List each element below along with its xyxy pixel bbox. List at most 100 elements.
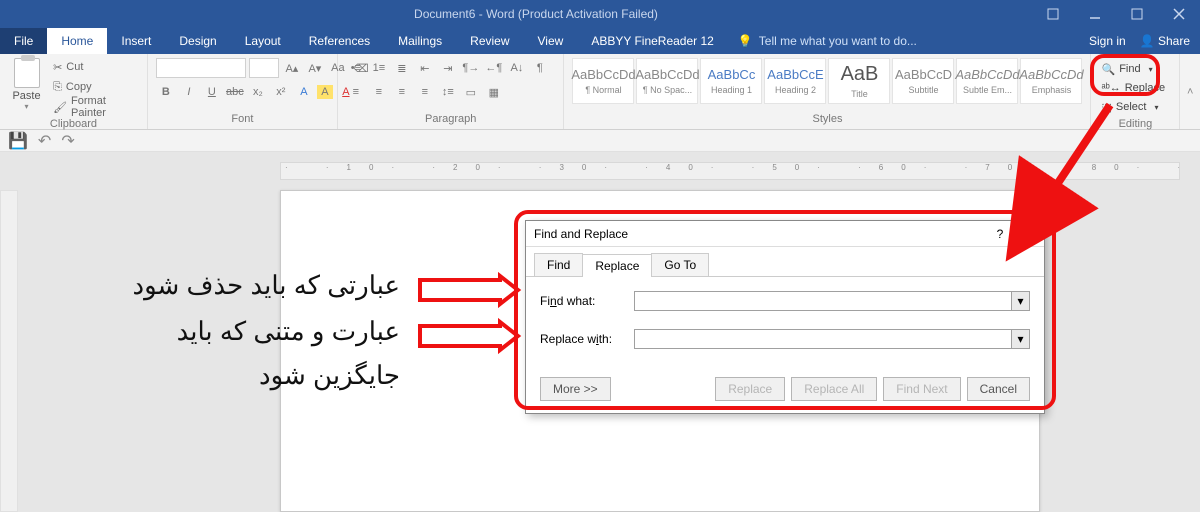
format-painter-button[interactable]: 🖌Format Painter bbox=[51, 98, 139, 116]
paste-button[interactable]: Paste ▾ bbox=[8, 58, 45, 111]
menu-bar: File Home Insert Design Layout Reference… bbox=[0, 28, 1200, 54]
dialog-tab-find[interactable]: Find bbox=[534, 253, 583, 276]
dialog-tab-goto[interactable]: Go To bbox=[651, 253, 709, 276]
sign-in-link[interactable]: Sign in bbox=[1089, 34, 1126, 48]
ribbon-options-icon[interactable] bbox=[1032, 0, 1074, 28]
annotation-text-2: عبارت و متنی که باید bbox=[60, 316, 400, 347]
find-next-btn[interactable]: Find Next bbox=[883, 377, 960, 401]
find-button[interactable]: 🔍Find▾ bbox=[1099, 60, 1171, 78]
share-button[interactable]: 👤 Share bbox=[1140, 34, 1190, 48]
italic-button[interactable]: I bbox=[179, 82, 199, 102]
group-styles: AaBbCcDd¶ Normal AaBbCcDd¶ No Spac... Aa… bbox=[564, 54, 1091, 129]
find-what-label: Find what: bbox=[540, 294, 626, 308]
tab-file[interactable]: File bbox=[0, 28, 47, 54]
align-center-icon[interactable]: ≡ bbox=[369, 82, 389, 102]
multilevel-icon[interactable]: ≣ bbox=[392, 58, 412, 78]
find-replace-dialog: Find and Replace ? ✕ Find Replace Go To … bbox=[525, 220, 1045, 414]
annotation-text-3: جایگزین شود bbox=[60, 360, 400, 391]
replace-dropdown-icon[interactable]: ▾ bbox=[1011, 330, 1029, 348]
maximize-icon[interactable] bbox=[1116, 0, 1158, 28]
tab-references[interactable]: References bbox=[295, 28, 384, 54]
dialog-tab-replace[interactable]: Replace bbox=[582, 254, 652, 277]
highlight-icon[interactable]: A bbox=[317, 85, 333, 99]
pilcrow-icon[interactable]: ¶ bbox=[530, 58, 550, 78]
group-label: Clipboard bbox=[8, 116, 139, 134]
style-no-spacing[interactable]: AaBbCcDd¶ No Spac... bbox=[636, 58, 698, 104]
search-icon: 🔍 bbox=[1101, 63, 1115, 76]
style-heading2[interactable]: AaBbCcEHeading 2 bbox=[764, 58, 826, 104]
dialog-title: Find and Replace bbox=[534, 227, 988, 241]
indent-icon[interactable]: ⇥ bbox=[438, 58, 458, 78]
replace-btn[interactable]: Replace bbox=[715, 377, 785, 401]
tell-me-text: Tell me what you want to do... bbox=[759, 34, 917, 48]
outdent-icon[interactable]: ⇤ bbox=[415, 58, 435, 78]
ribbon: Paste ▾ ✂Cut ⎘Copy 🖌Format Painter Clipb… bbox=[0, 54, 1200, 130]
dialog-help-icon[interactable]: ? bbox=[988, 227, 1012, 241]
cut-button[interactable]: ✂Cut bbox=[51, 58, 139, 76]
text-effects-icon[interactable]: A bbox=[294, 82, 314, 102]
bold-button[interactable]: B bbox=[156, 82, 176, 102]
sort-icon[interactable]: A↓ bbox=[507, 58, 527, 78]
annotation-arrow-replace bbox=[410, 322, 520, 357]
dialog-close-icon[interactable]: ✕ bbox=[1012, 227, 1036, 241]
clipboard-icon bbox=[14, 58, 40, 88]
shrink-font-icon[interactable]: A▾ bbox=[305, 58, 325, 78]
copy-icon: ⎘ bbox=[53, 81, 62, 94]
replace-with-label: Replace with: bbox=[540, 332, 626, 346]
bulb-icon: 💡 bbox=[738, 34, 753, 48]
collapse-ribbon-icon[interactable]: ˄ bbox=[1180, 54, 1200, 129]
justify-icon[interactable]: ≡ bbox=[415, 82, 435, 102]
ltr-icon[interactable]: ¶→ bbox=[461, 58, 481, 78]
strike-button[interactable]: abc bbox=[225, 82, 245, 102]
group-label: Styles bbox=[572, 111, 1082, 129]
replace-button[interactable]: ᵃᵇ↔Replace bbox=[1099, 79, 1171, 97]
font-size-combo[interactable] bbox=[249, 58, 279, 78]
title-bar: Document6 - Word (Product Activation Fai… bbox=[0, 0, 1200, 28]
tell-me[interactable]: 💡 Tell me what you want to do... bbox=[728, 28, 927, 54]
style-heading1[interactable]: AaBbCcHeading 1 bbox=[700, 58, 762, 104]
tab-layout[interactable]: Layout bbox=[231, 28, 295, 54]
underline-button[interactable]: U bbox=[202, 82, 222, 102]
tab-design[interactable]: Design bbox=[165, 28, 230, 54]
window-title: Document6 - Word (Product Activation Fai… bbox=[40, 7, 1032, 21]
bullets-icon[interactable]: •≡ bbox=[346, 58, 366, 78]
person-icon: 👤 bbox=[1140, 34, 1155, 48]
scissors-icon: ✂ bbox=[53, 61, 62, 74]
replace-with-input[interactable] bbox=[635, 330, 1011, 348]
tab-review[interactable]: Review bbox=[456, 28, 523, 54]
subscript-button[interactable]: x₂ bbox=[248, 82, 268, 102]
cancel-btn[interactable]: Cancel bbox=[967, 377, 1030, 401]
annotation-text-1: عبارتی که باید حذف شود bbox=[60, 270, 400, 301]
numbering-icon[interactable]: 1≡ bbox=[369, 58, 389, 78]
tab-view[interactable]: View bbox=[524, 28, 578, 54]
minimize-icon[interactable] bbox=[1074, 0, 1116, 28]
shading-icon[interactable]: ▭ bbox=[461, 82, 481, 102]
tab-insert[interactable]: Insert bbox=[107, 28, 165, 54]
styles-gallery[interactable]: AaBbCcDd¶ Normal AaBbCcDd¶ No Spac... Aa… bbox=[572, 58, 1082, 104]
find-dropdown-icon[interactable]: ▾ bbox=[1011, 292, 1029, 310]
style-emphasis[interactable]: AaBbCcDdEmphasis bbox=[1020, 58, 1082, 104]
style-subtle-em[interactable]: AaBbCcDdSubtle Em... bbox=[956, 58, 1018, 104]
line-spacing-icon[interactable]: ↕≡ bbox=[438, 82, 458, 102]
style-subtitle[interactable]: AaBbCcDSubtitle bbox=[892, 58, 954, 104]
style-normal[interactable]: AaBbCcDd¶ Normal bbox=[572, 58, 634, 104]
group-label: Font bbox=[156, 111, 329, 129]
rtl-icon[interactable]: ←¶ bbox=[484, 58, 504, 78]
align-right-icon[interactable]: ≡ bbox=[392, 82, 412, 102]
tab-abbyy[interactable]: ABBYY FineReader 12 bbox=[577, 28, 728, 54]
font-name-combo[interactable] bbox=[156, 58, 246, 78]
grow-font-icon[interactable]: A▴ bbox=[282, 58, 302, 78]
annotation-arrow-main bbox=[1040, 100, 1120, 215]
tab-mailings[interactable]: Mailings bbox=[384, 28, 456, 54]
more-button[interactable]: More >> bbox=[540, 377, 611, 401]
close-icon[interactable] bbox=[1158, 0, 1200, 28]
copy-button[interactable]: ⎘Copy bbox=[51, 78, 139, 96]
align-left-icon[interactable]: ≡ bbox=[346, 82, 366, 102]
style-title[interactable]: AaBTitle bbox=[828, 58, 890, 104]
superscript-button[interactable]: x² bbox=[271, 82, 291, 102]
replace-icon: ᵃᵇ↔ bbox=[1101, 82, 1120, 94]
find-what-input[interactable] bbox=[635, 292, 1011, 310]
replace-all-btn[interactable]: Replace All bbox=[791, 377, 877, 401]
tab-home[interactable]: Home bbox=[47, 28, 107, 54]
borders-icon[interactable]: ▦ bbox=[484, 82, 504, 102]
